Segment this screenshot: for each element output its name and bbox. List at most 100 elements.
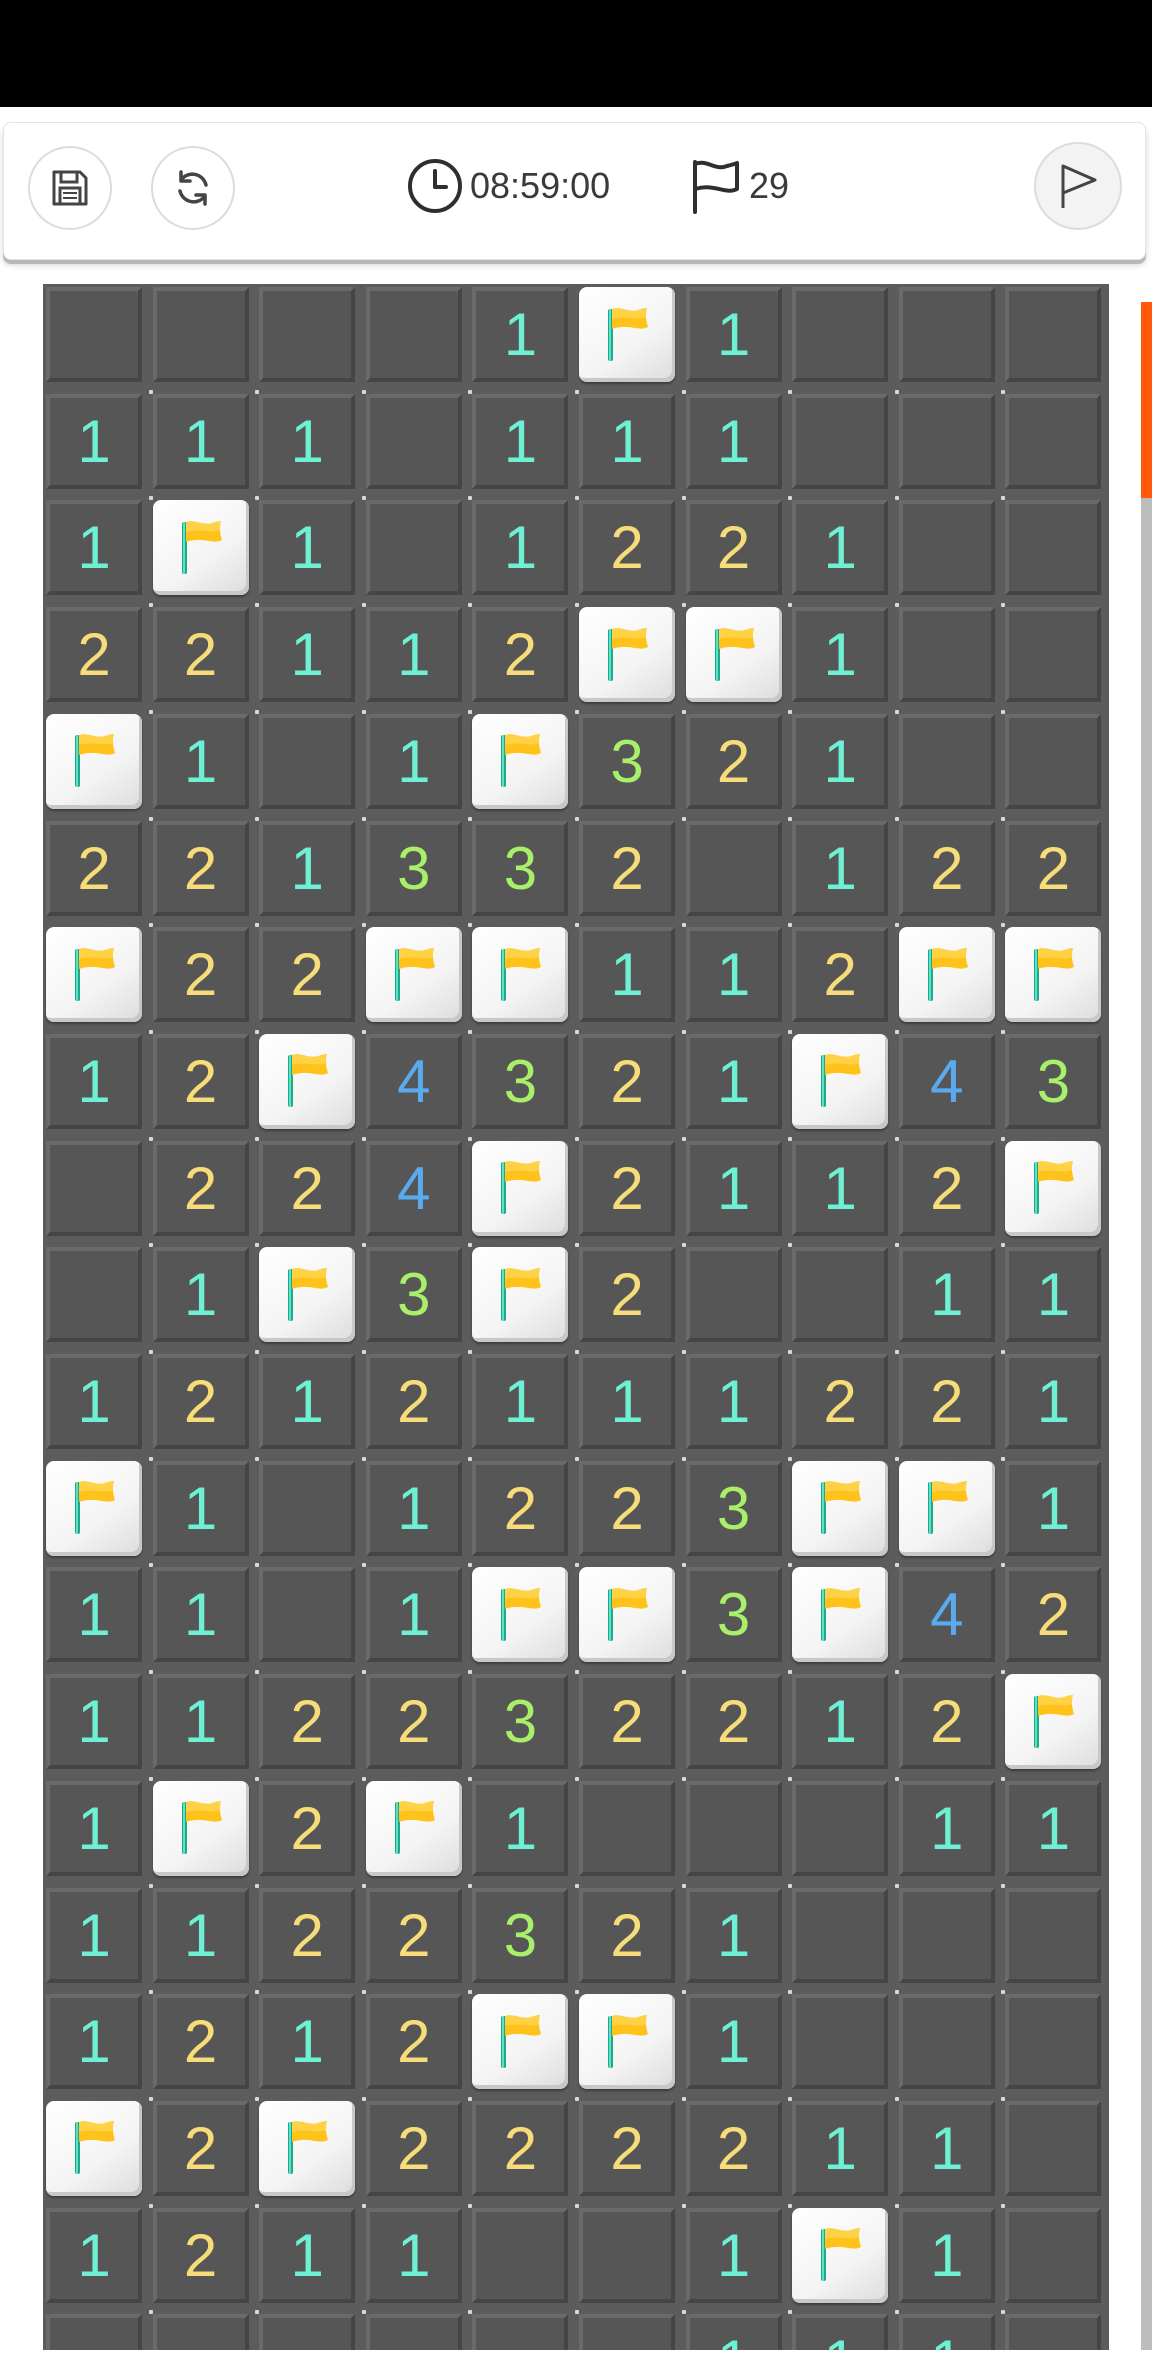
number-cell[interactable]: 2: [1005, 1567, 1102, 1663]
restart-button[interactable]: [151, 146, 235, 230]
number-cell[interactable]: 4: [365, 1140, 462, 1236]
revealed-empty-cell[interactable]: [46, 2314, 142, 2350]
number-cell[interactable]: 1: [792, 500, 889, 596]
number-cell[interactable]: 2: [685, 500, 782, 596]
number-cell[interactable]: 1: [685, 1354, 782, 1449]
number-cell[interactable]: 2: [792, 1354, 889, 1449]
scrollbar[interactable]: [1141, 302, 1152, 2350]
number-cell[interactable]: 1: [46, 2207, 142, 2303]
revealed-empty-cell[interactable]: [472, 2314, 569, 2350]
flagged-cell[interactable]: [152, 1780, 249, 1876]
revealed-empty-cell[interactable]: [1005, 1994, 1102, 2090]
revealed-empty-cell[interactable]: [1005, 287, 1102, 382]
flagged-cell[interactable]: [259, 2100, 356, 2196]
number-cell[interactable]: 1: [472, 393, 569, 489]
revealed-empty-cell[interactable]: [685, 820, 782, 916]
revealed-empty-cell[interactable]: [365, 393, 462, 489]
flagged-cell[interactable]: [46, 2100, 142, 2196]
revealed-empty-cell[interactable]: [259, 1567, 356, 1663]
number-cell[interactable]: 2: [579, 2100, 675, 2196]
revealed-empty-cell[interactable]: [792, 393, 889, 489]
revealed-empty-cell[interactable]: [792, 1780, 889, 1876]
scrollbar-thumb[interactable]: [1141, 302, 1152, 498]
number-cell[interactable]: 1: [685, 287, 782, 382]
revealed-empty-cell[interactable]: [898, 287, 995, 382]
number-cell[interactable]: 1: [152, 1460, 249, 1556]
number-cell[interactable]: 2: [898, 1140, 995, 1236]
flagged-cell[interactable]: [472, 1567, 569, 1663]
flagged-cell[interactable]: [365, 927, 462, 1023]
number-cell[interactable]: 1: [1005, 1460, 1102, 1556]
number-cell[interactable]: 2: [152, 1354, 249, 1449]
number-cell[interactable]: 1: [792, 1140, 889, 1236]
flagged-cell[interactable]: [46, 927, 142, 1023]
number-cell[interactable]: 2: [152, 1994, 249, 2090]
number-cell[interactable]: 2: [365, 2100, 462, 2196]
number-cell[interactable]: 1: [472, 1354, 569, 1449]
flagged-cell[interactable]: [259, 1033, 356, 1129]
number-cell[interactable]: 1: [898, 2314, 995, 2350]
number-cell[interactable]: 2: [579, 1887, 675, 1983]
number-cell[interactable]: 2: [259, 1887, 356, 1983]
number-cell[interactable]: 1: [1005, 1780, 1102, 1876]
number-cell[interactable]: 2: [579, 1674, 675, 1770]
revealed-empty-cell[interactable]: [792, 287, 889, 382]
number-cell[interactable]: 1: [46, 1567, 142, 1663]
number-cell[interactable]: 3: [1005, 1033, 1102, 1129]
number-cell[interactable]: 2: [365, 1994, 462, 2090]
number-cell[interactable]: 2: [152, 2207, 249, 2303]
flagged-cell[interactable]: [792, 1460, 889, 1556]
flagged-cell[interactable]: [472, 1994, 569, 2090]
flagged-cell[interactable]: [792, 1033, 889, 1129]
number-cell[interactable]: 1: [365, 1567, 462, 1663]
flagged-cell[interactable]: [365, 1780, 462, 1876]
number-cell[interactable]: 1: [1005, 1247, 1102, 1343]
number-cell[interactable]: 1: [259, 2207, 356, 2303]
revealed-empty-cell[interactable]: [259, 287, 356, 382]
number-cell[interactable]: 1: [152, 1887, 249, 1983]
number-cell[interactable]: 2: [898, 820, 995, 916]
number-cell[interactable]: 2: [685, 1674, 782, 1770]
revealed-empty-cell[interactable]: [259, 1460, 356, 1556]
number-cell[interactable]: 2: [152, 927, 249, 1023]
number-cell[interactable]: 1: [152, 1674, 249, 1770]
number-cell[interactable]: 1: [152, 713, 249, 809]
number-cell[interactable]: 1: [46, 1780, 142, 1876]
number-cell[interactable]: 2: [365, 1674, 462, 1770]
number-cell[interactable]: 2: [472, 1460, 569, 1556]
number-cell[interactable]: 2: [152, 1033, 249, 1129]
revealed-empty-cell[interactable]: [579, 2314, 675, 2350]
revealed-empty-cell[interactable]: [259, 713, 356, 809]
revealed-empty-cell[interactable]: [152, 2314, 249, 2350]
revealed-empty-cell[interactable]: [1005, 500, 1102, 596]
revealed-empty-cell[interactable]: [152, 287, 249, 382]
number-cell[interactable]: 2: [152, 607, 249, 703]
flagged-cell[interactable]: [1005, 927, 1102, 1023]
number-cell[interactable]: 2: [792, 927, 889, 1023]
number-cell[interactable]: 2: [579, 500, 675, 596]
number-cell[interactable]: 1: [685, 1887, 782, 1983]
number-cell[interactable]: 1: [46, 1674, 142, 1770]
number-cell[interactable]: 2: [579, 1247, 675, 1343]
number-cell[interactable]: 2: [898, 1354, 995, 1449]
number-cell[interactable]: 1: [365, 713, 462, 809]
flagged-cell[interactable]: [259, 1247, 356, 1343]
number-cell[interactable]: 2: [259, 1140, 356, 1236]
flagged-cell[interactable]: [1005, 1140, 1102, 1236]
revealed-empty-cell[interactable]: [792, 1887, 889, 1983]
revealed-empty-cell[interactable]: [365, 2314, 462, 2350]
flagged-cell[interactable]: [792, 1567, 889, 1663]
number-cell[interactable]: 1: [579, 1354, 675, 1449]
number-cell[interactable]: 1: [152, 1247, 249, 1343]
number-cell[interactable]: 1: [46, 1887, 142, 1983]
revealed-empty-cell[interactable]: [898, 607, 995, 703]
number-cell[interactable]: 1: [898, 1247, 995, 1343]
number-cell[interactable]: 3: [685, 1460, 782, 1556]
number-cell[interactable]: 2: [579, 1033, 675, 1129]
revealed-empty-cell[interactable]: [46, 1247, 142, 1343]
number-cell[interactable]: 1: [152, 393, 249, 489]
number-cell[interactable]: 2: [259, 1780, 356, 1876]
number-cell[interactable]: 1: [579, 927, 675, 1023]
number-cell[interactable]: 1: [46, 393, 142, 489]
revealed-empty-cell[interactable]: [898, 1994, 995, 2090]
